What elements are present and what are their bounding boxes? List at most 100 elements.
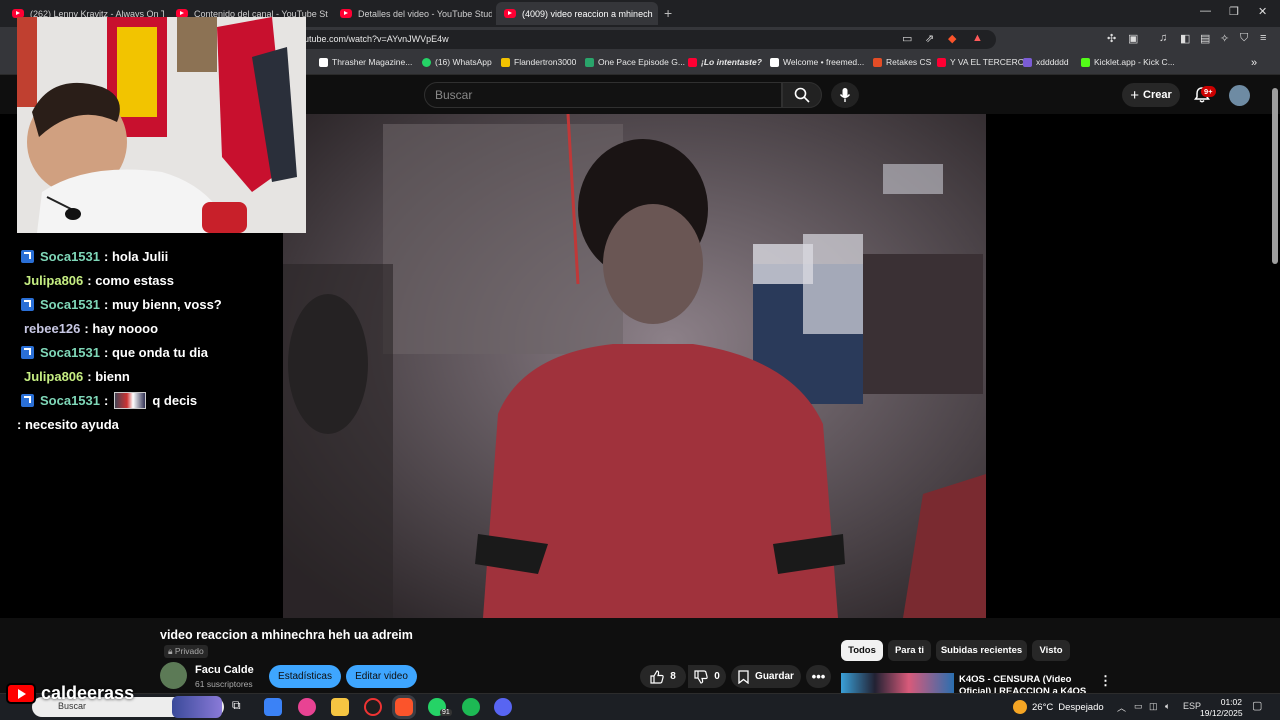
weather-description: Despejado (1058, 701, 1104, 713)
more-vertical-icon[interactable]: ⋮ (1099, 673, 1112, 689)
screen: (262) Lenny Kravitz - Always On The Cont… (0, 0, 1280, 720)
chat-text: : hola Julii (104, 248, 169, 264)
tab-search-icon[interactable]: ▣ (1128, 32, 1138, 45)
notification-center-icon[interactable]: ▢ (1252, 699, 1262, 712)
weather-sun-icon (1013, 700, 1027, 714)
extensions-icon[interactable]: ✣ (1107, 32, 1116, 45)
like-count: 8 (670, 671, 676, 682)
page-scrollbar[interactable] (1272, 88, 1278, 264)
new-tab-icon[interactable]: + (664, 5, 672, 21)
bookmark-retakes-cs[interactable]: Retakes CS (873, 57, 931, 67)
chip-todos[interactable]: Todos (841, 640, 883, 661)
bookmark-xdddddd[interactable]: xdddddd (1023, 57, 1069, 67)
whatsapp-badge: 91 (440, 709, 452, 716)
edit-video-button[interactable]: Editar video (346, 665, 417, 688)
bookmark-freemed[interactable]: Welcome • freemed... (770, 57, 864, 67)
search-highlight-image (172, 696, 222, 718)
bookmark-one-pace[interactable]: One Pace Episode G... (585, 57, 685, 67)
video-title: video reaccion a mhinechra heh ua adreim (160, 628, 413, 642)
app-icon[interactable] (364, 698, 382, 716)
thumbs-down-icon (694, 669, 708, 684)
bookmark-thrasher[interactable]: Thrasher Magazine... (319, 57, 412, 67)
voice-search-button[interactable] (831, 82, 859, 108)
chat-message: rebee126 : hay noooo (18, 316, 280, 340)
volume-icon[interactable]: 🔈︎ (1165, 701, 1170, 712)
bookmark-flandertron[interactable]: Flandertron3000 (501, 57, 576, 67)
restore-icon[interactable]: ❐ (1229, 5, 1239, 18)
more-actions-button[interactable]: ••• (806, 665, 831, 688)
system-clock[interactable]: 01:02 19/12/2025 (1200, 697, 1243, 719)
chat-text: : necesito ayuda (17, 416, 119, 432)
bookmark-lo-intentaste[interactable]: ¡Lo intentaste? (688, 57, 762, 67)
share-icon[interactable]: ⇗ (925, 32, 934, 45)
bookmark-whatsapp[interactable]: (16) WhatsApp (422, 57, 492, 67)
spotify-icon[interactable] (462, 698, 480, 716)
bookmark-favicon-icon (319, 57, 328, 67)
bookmark-kicklet[interactable]: Kicklet.app - Kick C... (1081, 57, 1175, 67)
menu-icon[interactable]: ≡ (1260, 32, 1266, 44)
bookmark-y-va-el-tercero[interactable]: Y VA EL TERCERO (937, 57, 1024, 67)
leo-icon[interactable]: ✧ (1220, 32, 1229, 45)
chip-subidas-recientes[interactable]: Subidas recientes (936, 640, 1027, 661)
chip-visto[interactable]: Visto (1032, 640, 1070, 661)
chip-para-ti[interactable]: Para ti (888, 640, 931, 661)
search-icon (794, 87, 810, 103)
tab-title: Detalles del video - YouTube Studio (358, 8, 492, 19)
vpn-icon[interactable]: ⛉ (1240, 32, 1248, 45)
sidebar-icon[interactable]: ◧ (1180, 32, 1190, 45)
brave-shield-icon[interactable]: ◆ (948, 32, 956, 45)
url-field[interactable]: utube.com/watch?v=AYvnJWVpE4w (296, 30, 996, 49)
wallet-icon[interactable]: ▤ (1200, 32, 1210, 45)
channel-name[interactable]: Facu Calde (195, 664, 254, 676)
chat-text: : que onda tu dia (104, 344, 208, 360)
brave-rewards-icon[interactable]: ▲ (972, 32, 983, 44)
chat-text: : hay noooo (84, 320, 159, 336)
search-button[interactable] (782, 82, 822, 108)
tab-detalles-video[interactable]: Detalles del video - YouTube Studio (332, 2, 492, 25)
chat-message: Soca1531 : q decis (18, 388, 280, 412)
create-button[interactable]: + Crear (1122, 83, 1180, 107)
save-button[interactable]: Guardar (731, 665, 801, 688)
network-icon[interactable]: ◫ (1149, 701, 1158, 712)
youtube-favicon-icon (937, 57, 946, 67)
bookmark-favicon-icon (501, 57, 510, 67)
video-frame-image (283, 114, 986, 618)
dislike-button[interactable]: 0 (688, 665, 726, 688)
video-player[interactable] (283, 114, 986, 618)
language-indicator[interactable]: ESP (1183, 701, 1201, 711)
webcam-image (17, 17, 306, 233)
chat-username: Soca1531 (40, 392, 100, 408)
analytics-button[interactable]: Estadísticas (269, 665, 341, 688)
cast-icon[interactable]: ▭ (902, 32, 912, 45)
microphone-icon (839, 88, 851, 102)
recommended-video-thumbnail[interactable] (841, 673, 954, 695)
channel-avatar[interactable] (160, 662, 187, 689)
brave-browser-icon[interactable] (395, 698, 413, 716)
microsoft-store-icon[interactable] (264, 698, 282, 716)
lock-icon: 🔒︎ (168, 646, 175, 656)
plus-icon: + (1130, 86, 1139, 104)
chat-text: : muy bienn, voss? (104, 296, 222, 312)
file-explorer-icon[interactable] (331, 698, 349, 716)
clock-time: 01:02 (1220, 697, 1242, 707)
app-icon[interactable] (298, 698, 316, 716)
monitor-icon[interactable]: ▭ (1134, 701, 1143, 712)
whatsapp-icon (422, 57, 431, 67)
youtube-favicon-icon (340, 9, 352, 18)
search-input[interactable]: Buscar (424, 82, 782, 108)
weather-widget[interactable]: 26°C Despejado (1013, 700, 1104, 714)
task-view-icon[interactable]: ⧉ (232, 698, 250, 716)
media-icon[interactable]: ♫ (1159, 32, 1167, 44)
minimize-icon[interactable]: — (1200, 5, 1211, 17)
bookmark-icon (738, 669, 749, 684)
account-avatar[interactable] (1229, 85, 1250, 106)
discord-icon[interactable] (494, 698, 512, 716)
windows-taskbar: Buscar ⧉ 91 26°C Despejado ︿ ▭ ◫ 🔈︎ ESP … (0, 693, 1280, 720)
window-close-icon[interactable]: ✕ (1258, 5, 1267, 18)
chevron-double-right-icon[interactable]: » (1251, 57, 1257, 69)
tab-video-reaccion[interactable]: (4009) video reaccion a mhinech ✕ (496, 2, 658, 25)
chevron-up-icon[interactable]: ︿ (1117, 701, 1126, 714)
dislike-count: 0 (714, 671, 720, 682)
streamer-badge-icon (21, 249, 34, 263)
like-button[interactable]: 8 (640, 665, 686, 688)
